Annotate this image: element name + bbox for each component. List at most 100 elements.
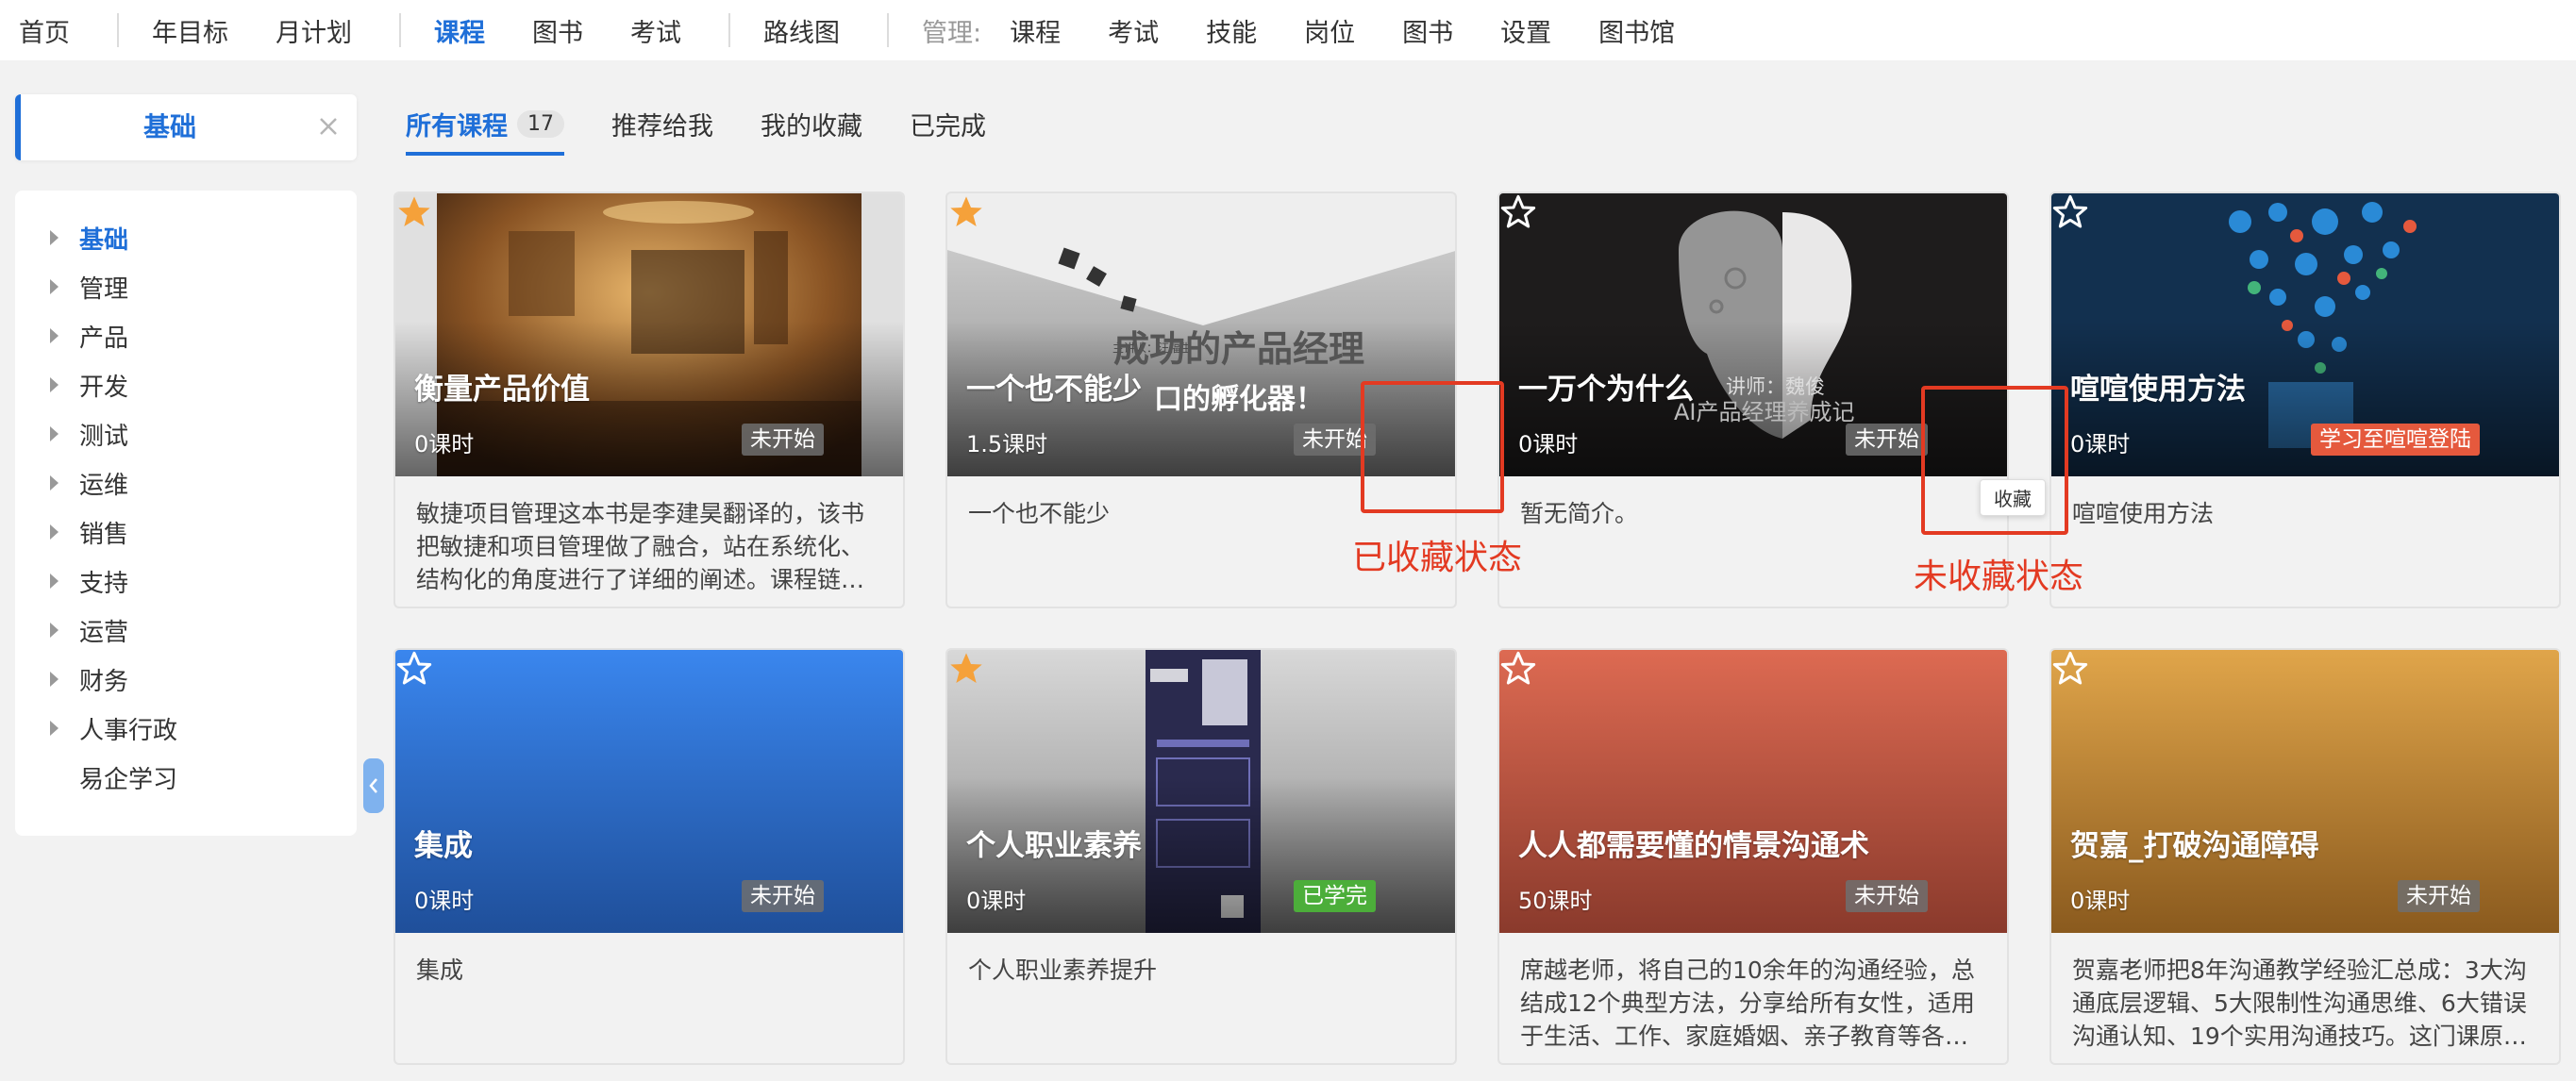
course-title: 衡量产品价值	[414, 373, 590, 407]
caret-right-icon	[50, 574, 59, 589]
nav-manage-books[interactable]: 图书	[1402, 12, 1477, 49]
course-hours: 0课时	[2070, 888, 2131, 914]
course-card[interactable]: 衡量产品价值 0课时 未开始 敏捷项目管理这本书是李建昊翻译的，该书把敏捷和项目…	[393, 191, 905, 608]
nav-home[interactable]: 首页	[19, 12, 93, 49]
status-badge: 未开始	[2398, 880, 2480, 912]
course-card[interactable]: 人人都需要懂的情景沟通术 50课时 未开始 席越老师，将自己的10余年的沟通经验…	[1497, 648, 2009, 1065]
course-title: 贺嘉_打破沟通障碍	[2070, 829, 2319, 863]
tab-my-favorites[interactable]: 我的收藏	[761, 106, 862, 152]
nav-manage-exams[interactable]: 考试	[1108, 12, 1182, 49]
nav-divider	[728, 13, 730, 47]
top-navigation: 首页 年目标 月计划 课程 图书 考试 路线图 管理: 课程 考试 技能 岗位 …	[0, 0, 2576, 60]
sidebar-collapse-handle[interactable]	[363, 758, 384, 813]
nav-manage-settings[interactable]: 设置	[1500, 12, 1575, 49]
course-description: 个人职业素养提升	[968, 956, 1158, 984]
nav-year-goal[interactable]: 年目标	[152, 12, 252, 49]
course-thumbnail: 人人都需要懂的情景沟通术 50课时 未开始	[1499, 650, 2007, 933]
nav-manage-skills[interactable]: 技能	[1206, 12, 1280, 49]
course-hours: 50课时	[1518, 888, 1593, 914]
course-description: 喧喧使用方法	[2072, 500, 2215, 527]
course-title: 一个也不能少	[966, 373, 1142, 407]
sidebar-item-finance[interactable]: 财务	[15, 655, 357, 704]
course-description: 集成	[416, 956, 464, 984]
star-outline-icon[interactable]	[1499, 650, 1537, 688]
course-description: 敏捷项目管理这本书是李建昊翻译的，该书把敏捷和项目管理做了融合，站在系统化、结构…	[416, 500, 865, 593]
course-title: 喧喧使用方法	[2070, 373, 2246, 407]
tab-all-courses[interactable]: 所有课程 17	[406, 106, 564, 156]
sidebar-item-management[interactable]: 管理	[15, 262, 357, 311]
annotation-box-favorited	[1361, 381, 1504, 513]
caret-right-icon	[50, 721, 59, 736]
caret-right-icon	[50, 623, 59, 638]
nav-courses[interactable]: 课程	[434, 12, 509, 49]
nav-manage-library[interactable]: 图书馆	[1598, 12, 1698, 49]
course-title: 个人职业素养	[966, 829, 1142, 863]
course-description: 席越老师，将自己的10余年的沟通经验，总结成12个典型方法，分享给所有女性，适用…	[1520, 956, 1975, 1050]
course-hours: 1.5课时	[966, 431, 1048, 457]
course-thumbnail: 集成 0课时 未开始	[395, 650, 903, 933]
star-outline-icon[interactable]	[2051, 650, 2089, 688]
course-title: 人人都需要懂的情景沟通术	[1518, 829, 1869, 863]
star-filled-icon[interactable]	[395, 193, 433, 231]
star-filled-icon[interactable]	[947, 193, 985, 231]
tab-completed[interactable]: 已完成	[910, 106, 986, 152]
course-card[interactable]: 集成 0课时 未开始 集成	[393, 648, 905, 1065]
nav-exams[interactable]: 考试	[630, 12, 705, 49]
caret-right-icon	[50, 524, 59, 540]
course-hours: 0课时	[1518, 431, 1579, 457]
course-thumbnail: 喧喧使用方法 0课时 学习至喧喧登陆	[2051, 193, 2559, 476]
caret-right-icon	[50, 377, 59, 392]
sidebar-item-testing[interactable]: 测试	[15, 409, 357, 458]
course-count-badge: 17	[517, 110, 564, 138]
category-tab[interactable]: 基础	[15, 94, 357, 160]
sidebar-item-operations[interactable]: 运维	[15, 458, 357, 507]
course-card[interactable]: 贺嘉_打破沟通障碍 0课时 未开始 贺嘉老师把8年沟通教学经验汇总成：3大沟通底…	[2049, 648, 2561, 1065]
sidebar-item-support[interactable]: 支持	[15, 557, 357, 606]
sidebar-item-basic[interactable]: 基础	[15, 213, 357, 262]
course-card[interactable]: 喧喧使用方法 0课时 学习至喧喧登陆 喧喧使用方法	[2049, 191, 2561, 608]
sidebar-item-hr-admin[interactable]: 人事行政	[15, 704, 357, 753]
sidebar-item-yiqi-learning[interactable]: 易企学习	[15, 753, 357, 802]
status-badge: 已学完	[1294, 880, 1376, 912]
chevron-left-icon	[369, 778, 377, 793]
status-badge: 未开始	[1846, 880, 1928, 912]
thumb-text: 口的孵化器！	[1154, 383, 1324, 416]
nav-manage-courses[interactable]: 课程	[1010, 12, 1084, 49]
nav-divider	[887, 13, 889, 47]
course-hours: 0课时	[966, 888, 1027, 914]
caret-right-icon	[50, 328, 59, 343]
nav-divider	[117, 13, 119, 47]
course-description: 贺嘉老师把8年沟通教学经验汇总成：3大沟通底层逻辑、5大限制性沟通思维、6大错误…	[2072, 956, 2527, 1050]
course-title: 集成	[414, 829, 473, 863]
star-filled-icon[interactable]	[947, 650, 985, 688]
course-hours: 0课时	[414, 431, 475, 457]
sidebar-item-marketing-ops[interactable]: 运营	[15, 606, 357, 655]
close-icon[interactable]	[313, 111, 343, 141]
status-badge: 学习至喧喧登陆	[2311, 424, 2480, 456]
tab-recommended[interactable]: 推荐给我	[611, 106, 713, 152]
caret-right-icon	[50, 475, 59, 491]
sidebar-item-product[interactable]: 产品	[15, 311, 357, 360]
sidebar-item-sales[interactable]: 销售	[15, 507, 357, 557]
nav-roadmap[interactable]: 路线图	[763, 12, 863, 49]
caret-right-icon	[50, 426, 59, 441]
nav-month-plan[interactable]: 月计划	[276, 12, 376, 49]
nav-manage-positions[interactable]: 岗位	[1304, 12, 1379, 49]
category-sidebar: 基础 管理 产品 开发 测试 运维 销售 支持 运营 财务 人事行政 易企学习	[15, 191, 357, 836]
nav-books[interactable]: 图书	[532, 12, 607, 49]
course-tabs: 所有课程 17 推荐给我 我的收藏 已完成	[406, 106, 1033, 156]
sidebar-item-development[interactable]: 开发	[15, 360, 357, 409]
annotation-label-favorited: 已收藏状态	[1352, 539, 1523, 577]
thumb-text: 成功的产品经理	[1113, 328, 1364, 370]
star-outline-icon[interactable]	[1499, 193, 1537, 231]
course-description: 暂无简介。	[1520, 500, 1639, 527]
course-card[interactable]: 个人职业素养 0课时 已学完 个人职业素养提升	[945, 648, 1457, 1065]
star-outline-icon[interactable]	[2051, 193, 2089, 231]
thumb-text: AI产品经理养成记	[1674, 399, 1855, 425]
star-outline-icon[interactable]	[395, 650, 433, 688]
status-badge: 未开始	[742, 880, 824, 912]
caret-right-icon	[50, 279, 59, 294]
course-hours: 0课时	[2070, 431, 2131, 457]
status-badge: 未开始	[1846, 424, 1928, 456]
category-tab-label: 基础	[142, 111, 196, 142]
